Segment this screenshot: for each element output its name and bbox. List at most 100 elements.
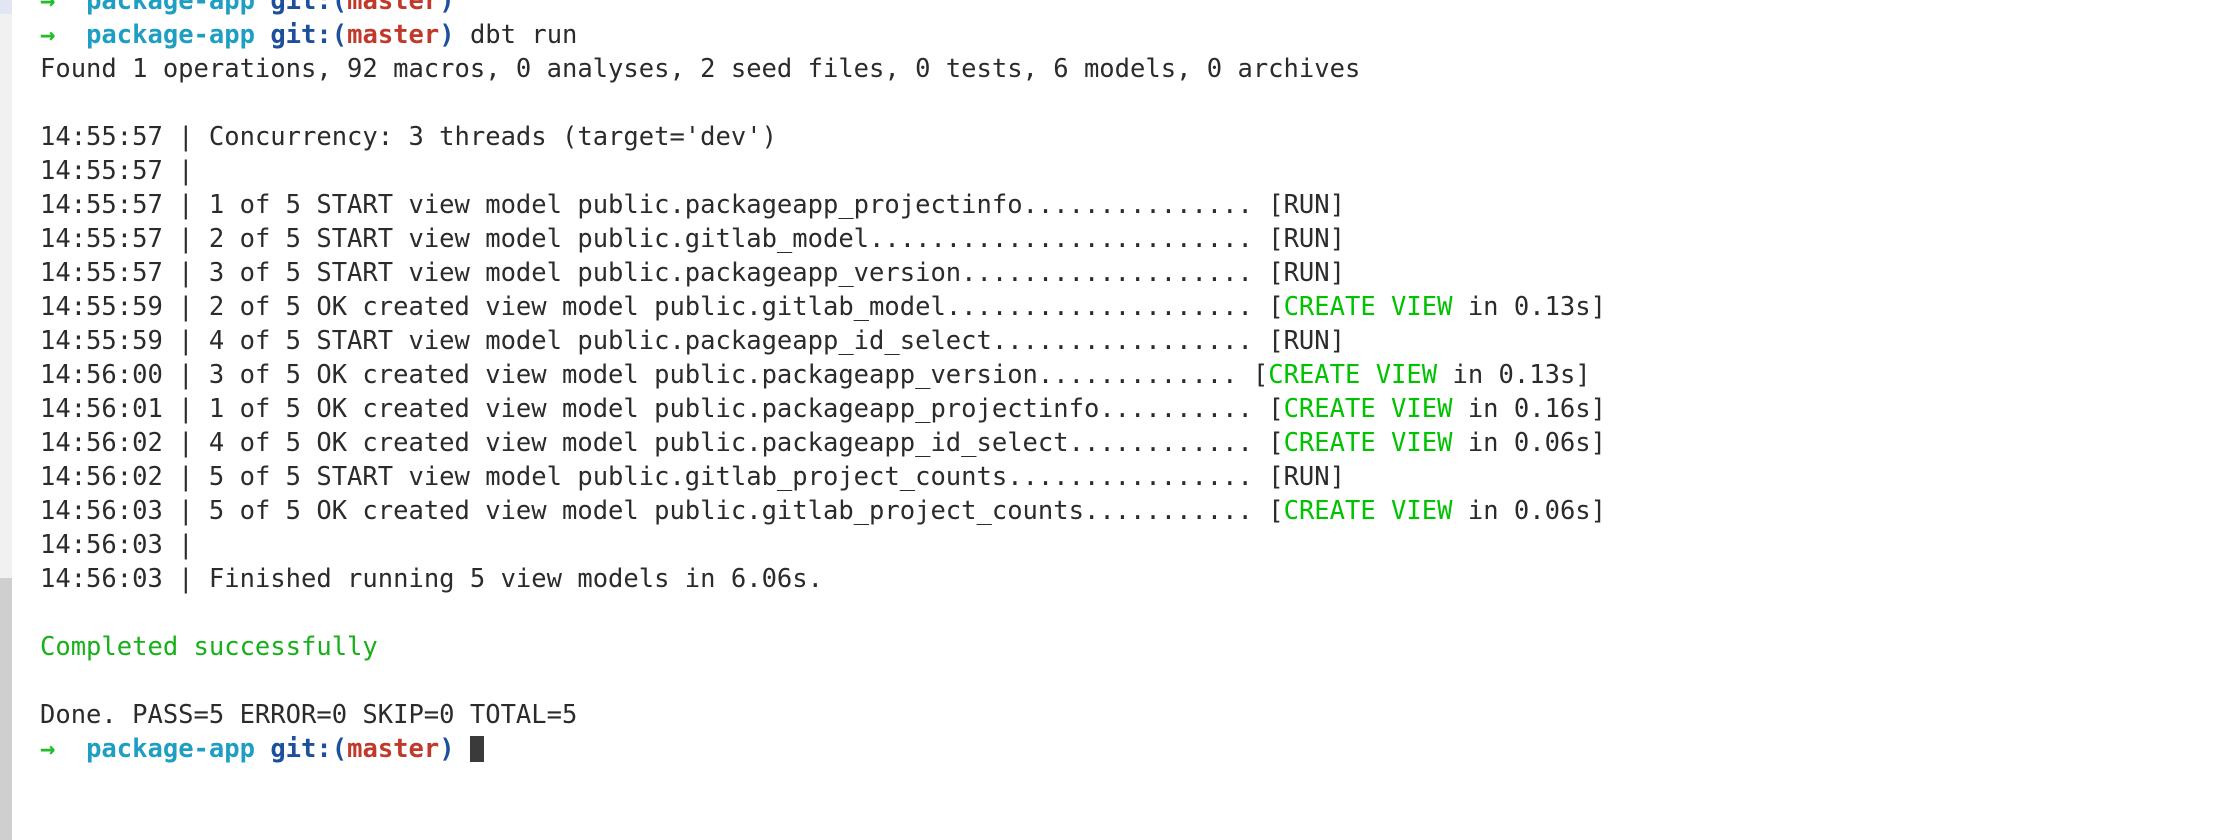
prompt-paren-open: ( bbox=[331, 734, 348, 764]
prompt-branch: master bbox=[347, 734, 440, 764]
prompt-branch: master bbox=[347, 0, 440, 16]
log-status-label: RUN bbox=[1283, 326, 1330, 356]
log-body: 1 of 5 START view model public.packageap… bbox=[208, 190, 1023, 220]
log-timestamp: 14:55:57 bbox=[40, 122, 163, 152]
log-separator: | bbox=[162, 496, 209, 526]
log-separator: | bbox=[162, 360, 209, 390]
log-separator: | bbox=[162, 394, 209, 424]
log-status-label: RUN bbox=[1283, 224, 1330, 254]
terminal-line: Found 1 operations, 92 macros, 0 analyse… bbox=[40, 52, 1606, 86]
terminal-prompt-line-active: → package-app git:(master) bbox=[40, 732, 1606, 766]
terminal-prompt-line: → package-app git:(master) dbt run bbox=[40, 18, 1606, 52]
log-timestamp: 14:55:57 bbox=[40, 224, 163, 254]
terminal-line: 14:56:03 | bbox=[40, 528, 1606, 562]
log-dot-filler: ............... bbox=[1022, 190, 1253, 220]
terminal-line: 14:55:57 | 1 of 5 START view model publi… bbox=[40, 188, 1606, 222]
log-status-bracket-close: ] bbox=[1329, 190, 1345, 220]
log-status-bracket-open: [ bbox=[1268, 428, 1284, 458]
terminal-line: 14:55:59 | 4 of 5 START view model publi… bbox=[40, 324, 1606, 358]
log-status-bracket-close: in 0.16s] bbox=[1452, 394, 1606, 424]
log-status-label: CREATE VIEW bbox=[1283, 428, 1453, 458]
log-dot-filler: ........... bbox=[1083, 496, 1253, 526]
prompt-paren-close: ) bbox=[439, 734, 455, 764]
log-dot-filler: ................ bbox=[1007, 462, 1253, 492]
log-body: Concurrency: 3 threads (target='dev') bbox=[208, 122, 777, 152]
log-status-bracket-open: [ bbox=[1268, 394, 1284, 424]
log-dot-filler: .................... bbox=[945, 292, 1253, 322]
log-status-bracket-open: [ bbox=[1252, 360, 1269, 390]
terminal-line: 14:55:57 | 2 of 5 START view model publi… bbox=[40, 222, 1606, 256]
log-dot-filler: ......................... bbox=[869, 224, 1253, 254]
log-separator: | bbox=[162, 224, 209, 254]
log-timestamp: 14:56:03 bbox=[40, 564, 163, 594]
prompt-paren-close: ) bbox=[439, 20, 455, 50]
log-status-bracket-close: in 0.06s] bbox=[1452, 496, 1607, 526]
log-separator: | bbox=[162, 190, 209, 220]
log-body: Finished running 5 view models in 6.06s. bbox=[208, 564, 823, 594]
log-timestamp: 14:55:57 bbox=[40, 156, 163, 186]
log-status-bracket-open: [ bbox=[1268, 190, 1284, 220]
log-dot-filler: ............ bbox=[1068, 428, 1253, 458]
log-separator: | bbox=[162, 428, 209, 458]
log-status-bracket-close: in 0.06s] bbox=[1452, 428, 1606, 458]
log-status-bracket-close: ] bbox=[1329, 258, 1345, 288]
log-timestamp: 14:56:03 bbox=[40, 530, 163, 560]
log-body: 3 of 5 START view model public.packageap… bbox=[208, 258, 962, 288]
terminal-output-area[interactable]: → package-app git:(master) → package-app … bbox=[12, 0, 2230, 840]
terminal-text: Found 1 operations, 92 macros, 0 analyse… bbox=[40, 54, 1361, 84]
log-timestamp: 14:56:02 bbox=[40, 462, 163, 492]
prompt-directory: package-app bbox=[86, 734, 255, 764]
scrollbar-thumb[interactable] bbox=[0, 578, 12, 840]
terminal-line: 14:56:00 | 3 of 5 OK created view model … bbox=[40, 358, 1606, 392]
prompt-branch: master bbox=[347, 20, 440, 50]
prompt-paren-close: ) bbox=[439, 0, 455, 16]
log-status-bracket-open: [ bbox=[1268, 462, 1284, 492]
log-timestamp: 14:56:03 bbox=[40, 496, 163, 526]
log-status-bracket-open: [ bbox=[1268, 258, 1284, 288]
log-dot-filler: ................... bbox=[961, 258, 1253, 288]
log-separator: | bbox=[162, 326, 209, 356]
log-status-bracket-open: [ bbox=[1268, 224, 1284, 254]
prompt-command: dbt run bbox=[454, 20, 578, 50]
log-status-label: CREATE VIEW bbox=[1283, 496, 1453, 526]
prompt-paren-open: ( bbox=[331, 0, 348, 16]
prompt-arrow-icon: → bbox=[40, 734, 56, 764]
terminal-line: Completed successfully bbox=[40, 630, 1606, 664]
terminal-line: Done. PASS=5 ERROR=0 SKIP=0 TOTAL=5 bbox=[40, 698, 1606, 732]
text-cursor bbox=[469, 736, 484, 762]
log-body: 2 of 5 OK created view model public.gitl… bbox=[208, 292, 946, 322]
log-status-bracket-open: [ bbox=[1268, 326, 1284, 356]
log-separator: | bbox=[162, 564, 209, 594]
log-status-bracket-open: [ bbox=[1268, 292, 1284, 322]
log-separator: | bbox=[162, 156, 209, 186]
log-dot-filler: ............. bbox=[1037, 360, 1238, 390]
log-status-label: RUN bbox=[1283, 462, 1330, 492]
prompt-arrow-icon: → bbox=[40, 20, 56, 50]
log-status-bracket-open: [ bbox=[1268, 496, 1284, 526]
log-separator: | bbox=[162, 462, 209, 492]
log-body: 3 of 5 OK created view model public.pack… bbox=[208, 360, 1038, 390]
log-timestamp: 14:55:59 bbox=[40, 292, 163, 322]
terminal-success-text: Completed successfully bbox=[40, 632, 378, 662]
prompt-directory: package-app bbox=[86, 20, 255, 50]
terminal-line: 14:55:57 | bbox=[40, 154, 1606, 188]
log-timestamp: 14:55:57 bbox=[40, 258, 163, 288]
prompt-directory: package-app bbox=[86, 0, 255, 16]
terminal-window: → package-app git:(master) → package-app … bbox=[0, 0, 2230, 840]
log-timestamp: 14:56:00 bbox=[40, 360, 163, 390]
vertical-scrollbar[interactable] bbox=[0, 0, 12, 840]
log-timestamp: 14:56:02 bbox=[40, 428, 163, 458]
log-timestamp: 14:56:01 bbox=[40, 394, 163, 424]
log-status-bracket-close: ] bbox=[1329, 224, 1345, 254]
scrollbar-top-marker bbox=[0, 0, 12, 14]
terminal-line: 14:56:03 | 5 of 5 OK created view model … bbox=[40, 494, 1606, 528]
prompt-paren-open: ( bbox=[331, 20, 348, 50]
log-status-bracket-close: ] bbox=[1329, 326, 1345, 356]
terminal-line: 14:56:02 | 5 of 5 START view model publi… bbox=[40, 460, 1606, 494]
log-status-bracket-close: in 0.13s] bbox=[1452, 292, 1606, 322]
log-separator: | bbox=[162, 122, 209, 152]
prompt-arrow-icon: → bbox=[40, 0, 56, 16]
prompt-git-label: git: bbox=[270, 20, 332, 50]
